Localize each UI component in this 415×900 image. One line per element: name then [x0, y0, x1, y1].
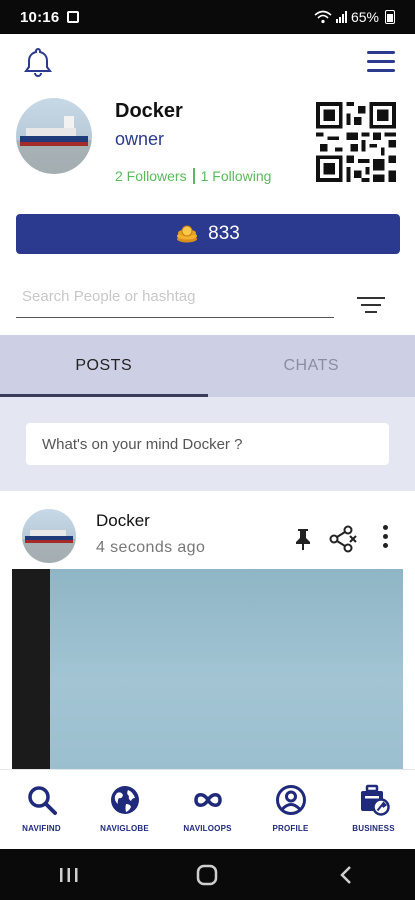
business-icon — [360, 784, 390, 816]
search-input[interactable] — [16, 278, 334, 314]
pin-icon[interactable] — [292, 527, 314, 551]
notification-icon — [67, 11, 80, 23]
nav-navifind[interactable]: NAVIFIND — [0, 770, 83, 849]
status-bar: 10:16 65% — [0, 0, 415, 34]
infinity-icon — [193, 793, 222, 807]
following-link[interactable]: 1 Following — [201, 168, 272, 184]
search-field-wrapper — [16, 278, 334, 318]
nav-label-naviloops: NAVILOOPS — [183, 824, 232, 833]
tab-chats[interactable]: CHATS — [208, 335, 415, 397]
app-header — [0, 34, 415, 92]
profile-avatar[interactable] — [16, 98, 92, 174]
coins-balance-button[interactable]: 833 — [16, 214, 400, 254]
wifi-icon — [314, 10, 332, 24]
status-indicators: 65% — [314, 9, 395, 25]
tab-bar: POSTS CHATS — [0, 335, 415, 397]
nav-label-profile: PROFILE — [272, 824, 309, 833]
compose-area: What's on your mind Docker ? — [0, 397, 415, 491]
nav-naviloops[interactable]: NAVILOOPS — [166, 770, 249, 849]
profile-header: Docker owner 2 Followers 1 Following — [0, 96, 415, 196]
qr-code-icon[interactable] — [316, 102, 396, 182]
post-timestamp: 4 seconds ago — [96, 539, 206, 556]
back-icon[interactable] — [326, 860, 366, 890]
post-author-name[interactable]: Docker — [96, 511, 150, 531]
bottom-navigation: NAVIFIND NAVIGLOBE NAVILOOPS PROFILE BUS… — [0, 769, 415, 849]
search-icon — [27, 786, 57, 815]
profile-role: owner — [115, 129, 165, 149]
globe-icon — [110, 786, 139, 814]
nav-naviglobe[interactable]: NAVIGLOBE — [83, 770, 166, 849]
home-icon[interactable] — [187, 860, 227, 890]
followers-link[interactable]: 2 Followers — [115, 168, 187, 184]
follow-counts: 2 Followers 1 Following — [115, 168, 271, 184]
hamburger-menu-icon[interactable] — [367, 51, 395, 75]
post-image[interactable] — [12, 569, 403, 769]
nav-label-naviglobe: NAVIGLOBE — [100, 824, 149, 833]
tab-posts[interactable]: POSTS — [0, 335, 208, 397]
more-options-icon[interactable] — [380, 525, 390, 549]
bell-icon[interactable] — [22, 46, 54, 78]
nav-business[interactable]: BUSINESS — [332, 770, 415, 849]
nav-label-business: BUSINESS — [352, 824, 395, 833]
coins-icon — [177, 225, 198, 243]
nav-profile[interactable]: PROFILE — [249, 770, 332, 849]
battery-percent: 65% — [350, 9, 379, 25]
follow-separator — [192, 168, 195, 184]
coins-value: 833 — [208, 223, 240, 244]
status-time: 10:16 — [20, 8, 60, 26]
profile-name: Docker — [115, 100, 183, 122]
system-navigation-bar — [0, 849, 415, 900]
filter-icon[interactable] — [356, 297, 386, 319]
compose-post-input[interactable]: What's on your mind Docker ? — [26, 423, 389, 465]
recent-apps-icon[interactable] — [49, 860, 89, 890]
battery-icon — [385, 10, 395, 24]
user-circle-icon — [275, 785, 306, 815]
share-icon[interactable] — [328, 525, 358, 553]
post-card: Docker 4 seconds ago — [0, 493, 415, 769]
post-author-avatar[interactable] — [22, 509, 76, 563]
signal-icon — [335, 11, 347, 23]
nav-label-navifind: NAVIFIND — [22, 824, 61, 833]
